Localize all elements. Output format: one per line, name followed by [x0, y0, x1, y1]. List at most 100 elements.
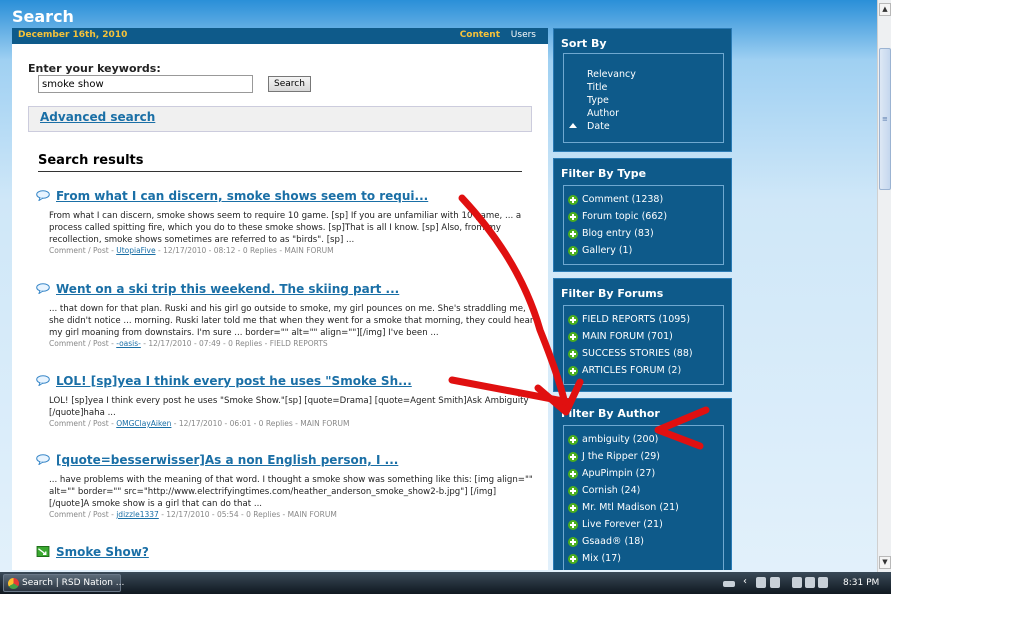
result-details: - 12/17/2010 - 05:54 - 0 Replies - MAIN … [158, 510, 337, 519]
tab-users[interactable]: Users [511, 30, 536, 40]
scroll-thumb[interactable]: ≡ [879, 48, 891, 190]
forums-filter-title: Filter By Forums [561, 287, 664, 300]
sort-ascending-icon [569, 123, 577, 128]
page-title: Search [12, 7, 74, 26]
result-details: - 12/17/2010 - 07:49 - 0 Replies - FIELD… [140, 339, 328, 348]
show-hidden-icons-icon[interactable]: ‹ [743, 576, 747, 587]
filter-forum-success-stories[interactable]: SUCCESS STORIES (88) [564, 345, 723, 362]
search-result: [quote=besserwisser]As a non English per… [34, 453, 534, 520]
author-filter-panel: Filter By Author ambiguity (200) J the R… [553, 398, 732, 570]
usb-icon [770, 577, 780, 588]
keyboard-icon [723, 581, 735, 587]
add-filter-icon [568, 520, 578, 530]
search-button[interactable]: Search [268, 76, 311, 92]
filter-forum-main-forum[interactable]: MAIN FORUM (701) [564, 328, 723, 345]
result-details: - 12/17/2010 - 08:12 - 0 Replies - MAIN … [155, 246, 334, 255]
scroll-up-button[interactable]: ▲ [879, 3, 891, 16]
search-input[interactable] [38, 75, 253, 93]
result-details: - 12/17/2010 - 06:01 - 0 Replies - MAIN … [171, 419, 350, 428]
filter-author-item[interactable]: Mix (17) [564, 550, 723, 567]
result-type: Comment / Post - [49, 419, 117, 428]
filter-author-item[interactable]: ApuPimpin (27) [564, 465, 723, 482]
speech-bubble-icon [36, 454, 50, 465]
taskbar: Search | RSD Nation ... ‹ 8:31 PM [0, 572, 891, 594]
search-result: Smoke Show? [34, 545, 534, 563]
sort-option-date[interactable]: Date [564, 120, 723, 133]
result-author-link[interactable]: UtopiaFive [116, 246, 155, 255]
search-result: Went on a ski trip this weekend. The ski… [34, 282, 534, 349]
add-filter-icon [568, 349, 578, 359]
result-meta: Comment / Post - -oasis- - 12/17/2010 - … [49, 339, 534, 349]
browser-icon [8, 578, 19, 589]
sort-option-relevancy[interactable]: Relevancy [564, 68, 723, 81]
scroll-down-button[interactable]: ▼ [879, 556, 891, 569]
sort-option-title[interactable]: Title [564, 81, 723, 94]
filter-type-gallery[interactable]: Gallery (1) [564, 242, 723, 259]
grip-icon: ≡ [882, 115, 888, 123]
filter-author-item[interactable]: J the Ripper (29) [564, 448, 723, 465]
speech-bubble-icon [36, 283, 50, 294]
divider [38, 171, 522, 172]
main-content: December 16th, 2010 Content Users Enter … [12, 28, 548, 570]
add-filter-icon [568, 315, 578, 325]
sort-option-author[interactable]: Author [564, 107, 723, 120]
advanced-search-box: Advanced search [28, 106, 532, 132]
speech-bubble-icon [36, 190, 50, 201]
speaker-icon[interactable] [818, 577, 828, 588]
browser-viewport: Search December 16th, 2010 Content Users… [0, 0, 891, 594]
vertical-scrollbar[interactable]: ▲ ≡ ▼ [877, 0, 891, 572]
add-filter-icon [568, 229, 578, 239]
filter-author-item[interactable]: Gsaad® (18) [564, 533, 723, 550]
result-author-link[interactable]: jdizzle1337 [116, 510, 159, 519]
date-bar: December 16th, 2010 Content Users [12, 28, 548, 44]
network-icon [756, 577, 766, 588]
filter-author-item[interactable]: Cornish (24) [564, 482, 723, 499]
result-type: Comment / Post - [49, 339, 117, 348]
result-title-link[interactable]: Went on a ski trip this weekend. The ski… [56, 282, 399, 296]
author-filter-title: Filter By Author [561, 407, 660, 420]
clock: 8:31 PM [843, 578, 880, 588]
result-author-link[interactable]: OMGClayAiken [116, 419, 171, 428]
result-author-link[interactable]: -oasis- [116, 339, 141, 348]
filter-type-comment[interactable]: Comment (1238) [564, 191, 723, 208]
sort-panel: Sort By Relevancy Title Type Author Date [553, 28, 732, 152]
result-snippet: ... have problems with the meaning of th… [49, 475, 533, 509]
result-snippet: LOL! [sp]yea I think every post he uses … [49, 396, 529, 418]
current-date: December 16th, 2010 [18, 30, 128, 40]
filter-author-item[interactable]: Mr. Mtl Madison (21) [564, 499, 723, 516]
search-result: From what I can discern, smoke shows see… [34, 189, 534, 256]
result-title-link[interactable]: LOL! [sp]yea I think every post he uses … [56, 374, 412, 388]
result-title-link[interactable]: From what I can discern, smoke shows see… [56, 189, 428, 203]
filter-author-item[interactable]: ambiguity (200) [564, 431, 723, 448]
add-filter-icon [568, 486, 578, 496]
add-filter-icon [568, 195, 578, 205]
add-filter-icon [568, 435, 578, 445]
result-title-link[interactable]: [quote=besserwisser]As a non English per… [56, 453, 398, 467]
add-filter-icon [568, 366, 578, 376]
filter-author-item[interactable]: Live Forever (21) [564, 516, 723, 533]
add-filter-icon [568, 554, 578, 564]
result-meta: Comment / Post - jdizzle1337 - 12/17/201… [49, 510, 534, 520]
taskbar-window-button[interactable]: Search | RSD Nation ... [3, 574, 124, 592]
filter-type-blog-entry[interactable]: Blog entry (83) [564, 225, 723, 242]
sidebar: Sort By Relevancy Title Type Author Date… [553, 28, 732, 570]
add-filter-icon [568, 332, 578, 342]
filter-forum-field-reports[interactable]: FIELD REPORTS (1095) [564, 311, 723, 328]
filter-type-forum-topic[interactable]: Forum topic (662) [564, 208, 723, 225]
advanced-search-link[interactable]: Advanced search [40, 110, 155, 124]
result-title-link[interactable]: Smoke Show? [56, 545, 149, 559]
add-filter-icon [568, 503, 578, 513]
result-snippet: ... that down for that plan. Ruski and h… [49, 304, 534, 338]
filter-forum-articles[interactable]: ARTICLES FORUM (2) [564, 362, 723, 379]
add-filter-icon [568, 469, 578, 479]
forums-filter-panel: Filter By Forums FIELD REPORTS (1095) MA… [553, 278, 732, 392]
tab-content[interactable]: Content [460, 30, 500, 40]
security-icon [792, 577, 802, 588]
result-snippet: From what I can discern, smoke shows see… [49, 211, 522, 245]
sort-panel-title: Sort By [561, 37, 607, 50]
results-heading: Search results [38, 153, 144, 168]
search-result: LOL! [sp]yea I think every post he uses … [34, 374, 534, 429]
system-tray: ‹ 8:31 PM [718, 575, 891, 591]
add-filter-icon [568, 537, 578, 547]
sort-option-type[interactable]: Type [564, 94, 723, 107]
